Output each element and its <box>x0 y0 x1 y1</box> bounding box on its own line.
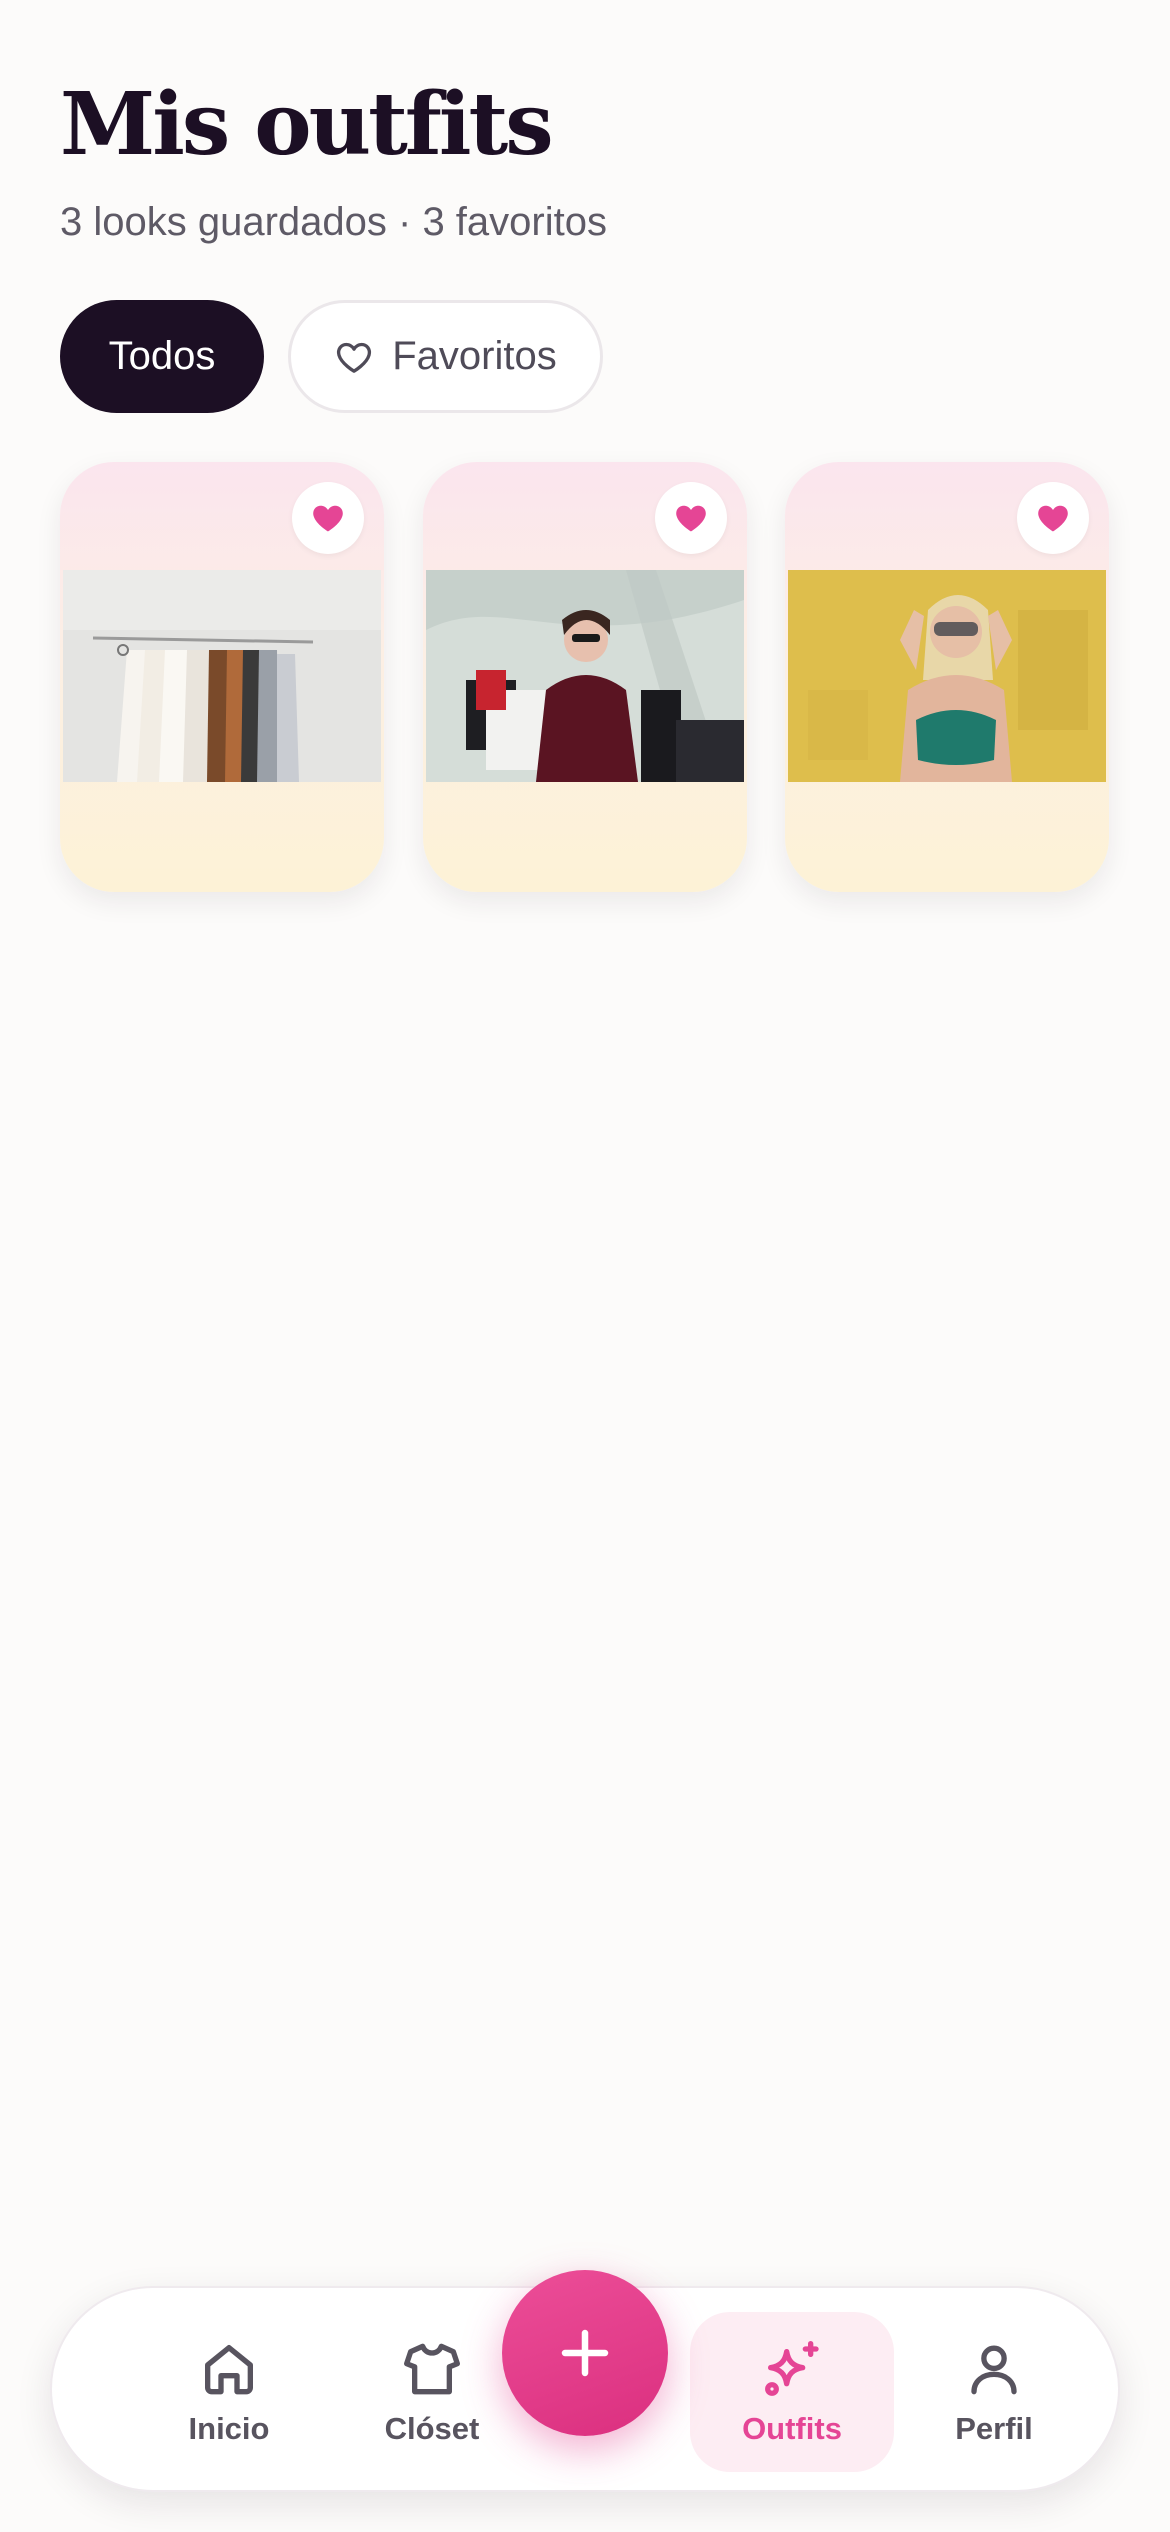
user-icon <box>971 2345 1017 2395</box>
tab-outfits[interactable]: Outfits <box>690 2312 894 2472</box>
tab-inicio-label: Inicio <box>188 2411 270 2446</box>
shirt-icon <box>404 2343 460 2395</box>
sparkles-icon <box>765 2341 819 2396</box>
filter-favorites-chip[interactable]: Favoritos <box>288 300 603 413</box>
favorite-toggle-button[interactable] <box>292 482 364 554</box>
outfit-card[interactable] <box>423 462 747 892</box>
heart-filled-icon <box>313 505 343 532</box>
clothing-rack-photo <box>63 570 381 782</box>
filter-all-chip[interactable]: Todos <box>60 300 264 413</box>
woman-with-sunglasses-photo <box>788 570 1106 782</box>
filter-all-label: Todos <box>108 334 216 378</box>
outfit-card[interactable] <box>785 462 1109 892</box>
outfits-screen: Mis outfits 3 looks guardados · 3 favori… <box>0 0 1170 2532</box>
tab-inicio[interactable]: Inicio <box>127 2312 331 2472</box>
favorite-toggle-button[interactable] <box>1017 482 1089 554</box>
tab-closet-label: Clóset <box>384 2411 480 2446</box>
filter-favorites-label: Favoritos <box>392 334 557 378</box>
plus-icon <box>561 2329 609 2377</box>
page-subtitle: 3 looks guardados · 3 favoritos <box>60 200 607 244</box>
tab-perfil[interactable]: Perfil <box>892 2312 1096 2472</box>
page-title: Mis outfits <box>60 74 554 175</box>
tab-outfits-label: Outfits <box>742 2411 842 2446</box>
favorite-toggle-button[interactable] <box>655 482 727 554</box>
heart-filled-icon <box>1038 505 1068 532</box>
home-icon <box>205 2345 253 2395</box>
heart-filled-icon <box>676 505 706 532</box>
add-outfit-button[interactable] <box>502 2270 668 2436</box>
woman-with-shopping-bags-photo <box>426 570 744 782</box>
outfit-card[interactable] <box>60 462 384 892</box>
tab-perfil-label: Perfil <box>955 2411 1033 2446</box>
heart-outline-icon <box>337 342 372 373</box>
